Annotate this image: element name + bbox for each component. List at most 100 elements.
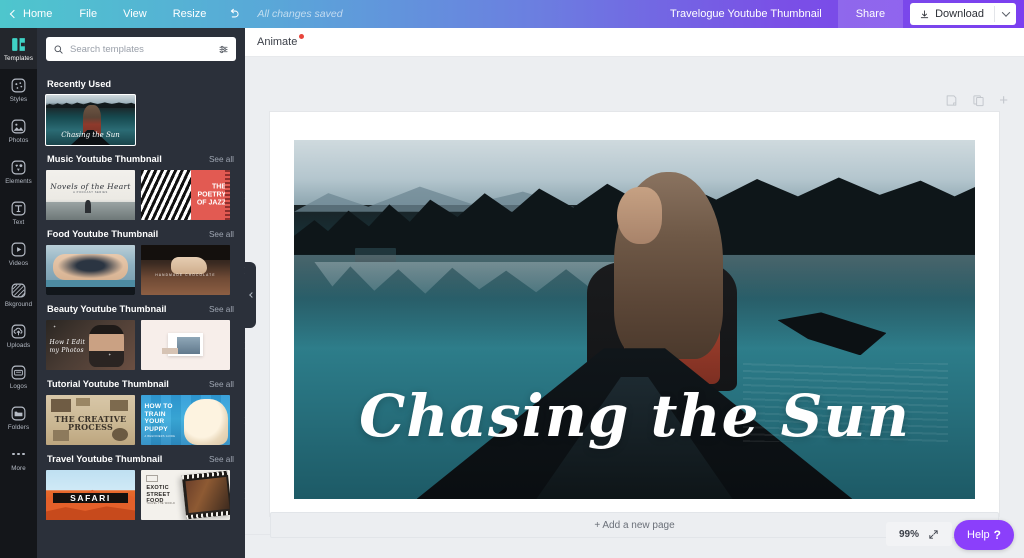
sidebar-item-bkground[interactable]: Bkground <box>0 274 37 315</box>
carousel-next-button[interactable] <box>239 414 245 426</box>
search-box[interactable] <box>46 37 236 61</box>
filter-sliders-icon[interactable] <box>218 44 229 55</box>
sidebar-label-folders: Folders <box>7 423 30 431</box>
template-thumbnail[interactable]: How I Edit my Photos <box>46 320 135 370</box>
thumbnail-art <box>46 245 135 295</box>
thumbnail-row: SAFARI EXOTIC STREET FOOD TRAVEL THE WOR… <box>46 470 245 520</box>
canva-editor-window: Home File View Resize All changes saved … <box>0 0 1024 558</box>
red-panel: THE POETRY OF JAZZ <box>190 170 230 220</box>
thumbnail-row: Chasing the Sun <box>45 94 245 146</box>
desk-object <box>110 400 128 411</box>
see-all-link[interactable]: See all <box>209 380 234 389</box>
hand-shape <box>171 257 207 274</box>
template-thumbnail[interactable]: THE POETRY OF JAZZ <box>141 170 230 220</box>
thumbnail-row: HANDMADE CHOCOLATE <box>46 245 245 295</box>
puppy-shape <box>183 399 229 445</box>
artboard[interactable]: Chasing the Sun <box>294 140 975 499</box>
carousel-next-button[interactable] <box>239 339 245 351</box>
zoom-control[interactable]: 99% <box>886 522 952 546</box>
undo-button[interactable] <box>219 0 249 28</box>
sparkle-icon <box>53 325 57 328</box>
design-page[interactable]: Chasing the Sun <box>270 112 999 516</box>
search-input[interactable] <box>70 43 212 55</box>
text-icon <box>11 201 26 215</box>
sidebar-item-photos[interactable]: Photos <box>0 110 37 151</box>
panel-collapse-handle[interactable] <box>245 262 256 328</box>
template-thumbnail[interactable]: SAFARI <box>46 470 135 520</box>
ellipsis-icon <box>12 446 25 463</box>
download-group: Download <box>910 3 1016 25</box>
canvas-headline-text[interactable]: Chasing the Sun <box>294 387 975 445</box>
menu-view[interactable]: View <box>110 0 160 28</box>
animate-button[interactable]: Animate <box>245 28 316 57</box>
section-tutorial: Tutorial Youtube Thumbnail See all THE C… <box>46 370 245 445</box>
carousel-next-button[interactable] <box>239 189 245 201</box>
see-all-link[interactable]: See all <box>209 305 234 314</box>
desk-object <box>51 399 71 412</box>
section-title: Music Youtube Thumbnail <box>47 154 162 164</box>
section-header: Food Youtube Thumbnail See all <box>46 220 245 245</box>
carousel-next-button[interactable] <box>239 489 245 501</box>
question-mark-icon: ? <box>993 528 1001 542</box>
background-grid-icon <box>11 283 26 297</box>
thumbnail-row: THE CREATIVE PROCESS HOW TO TRAIN YOUR P… <box>46 395 245 445</box>
sidebar-item-text[interactable]: Text <box>0 192 37 233</box>
duplicate-page-icon[interactable] <box>972 94 985 107</box>
help-button[interactable]: Help ? <box>954 520 1014 550</box>
template-thumbnail[interactable]: HOW TO TRAIN YOUR PUPPY A BEGINNERS GUID… <box>141 395 230 445</box>
thumbnail-subtitle: A BEGINNERS GUIDE <box>144 435 176 438</box>
template-thumbnail[interactable]: THE CREATIVE PROCESS <box>46 395 135 445</box>
expand-arrows-icon[interactable] <box>928 529 939 540</box>
sidebar-label-more: More <box>11 464 26 472</box>
thumbnail-art: How I Edit my Photos <box>46 320 135 370</box>
search-icon <box>54 45 63 54</box>
top-header-bar: Home File View Resize All changes saved … <box>0 0 1024 28</box>
stamp-badge <box>146 475 158 482</box>
add-page-plus-icon[interactable]: + <box>999 93 1008 108</box>
section-title: Tutorial Youtube Thumbnail <box>47 379 169 389</box>
download-button[interactable]: Download <box>910 3 994 25</box>
template-thumbnail[interactable] <box>141 320 230 370</box>
sidebar-item-folders[interactable]: Folders <box>0 397 37 438</box>
shapes-icon <box>11 160 26 174</box>
sidebar-item-more[interactable]: More <box>0 438 37 479</box>
see-all-link[interactable]: See all <box>209 155 234 164</box>
thumbnail-row: How I Edit my Photos <box>46 320 245 370</box>
section-header: Travel Youtube Thumbnail See all <box>46 445 245 470</box>
hands-shape <box>53 254 128 280</box>
section-header: Tutorial Youtube Thumbnail See all <box>46 370 245 395</box>
sidebar-item-styles[interactable]: Styles <box>0 69 37 110</box>
sidebar-item-videos[interactable]: Videos <box>0 233 37 274</box>
see-all-link[interactable]: See all <box>209 230 234 239</box>
sidebar-item-logos[interactable]: Logos <box>0 356 37 397</box>
chevron-right-icon <box>241 416 245 424</box>
canvas-area[interactable]: + Chasing the Sun + Add a new page 99% H… <box>245 57 1024 558</box>
sidebar-item-templates[interactable]: Templates <box>0 28 37 69</box>
section-title: Food Youtube Thumbnail <box>47 229 159 239</box>
home-button[interactable]: Home <box>0 0 66 28</box>
section-header: Recently Used <box>46 70 245 95</box>
template-thumbnail[interactable]: Novels of the Heart A PODCAST SERIES <box>46 170 135 220</box>
menu-resize[interactable]: Resize <box>160 0 220 28</box>
share-button[interactable]: Share <box>837 0 904 28</box>
sidebar-label-text: Text <box>12 218 25 226</box>
template-thumbnail[interactable] <box>46 245 135 295</box>
save-status-text: All changes saved <box>257 8 343 20</box>
figure-shape <box>85 200 92 213</box>
download-options-button[interactable] <box>995 3 1016 25</box>
sidebar-item-elements[interactable]: Elements <box>0 151 37 192</box>
panel-scroll-region[interactable]: Recently Used Chasing the Sun Music Yout… <box>37 66 245 558</box>
person-face-shape <box>617 186 662 245</box>
section-food: Food Youtube Thumbnail See all HANDMADE … <box>46 220 245 295</box>
template-thumbnail-recent[interactable]: Chasing the Sun <box>45 94 136 146</box>
menu-file[interactable]: File <box>66 0 110 28</box>
notes-page-icon[interactable] <box>945 94 958 107</box>
sidebar-item-uploads[interactable]: Uploads <box>0 315 37 356</box>
thumbnail-row: Novels of the Heart A PODCAST SERIES THE… <box>46 170 245 220</box>
sidebar-label-videos: Videos <box>8 259 29 267</box>
see-all-link[interactable]: See all <box>209 455 234 464</box>
template-thumbnail[interactable]: EXOTIC STREET FOOD TRAVEL THE WORLD <box>141 470 230 520</box>
document-title[interactable]: Travelogue Youtube Thumbnail <box>654 8 838 20</box>
section-music: Music Youtube Thumbnail See all Novels o… <box>46 145 245 220</box>
template-thumbnail[interactable]: HANDMADE CHOCOLATE <box>141 245 230 295</box>
